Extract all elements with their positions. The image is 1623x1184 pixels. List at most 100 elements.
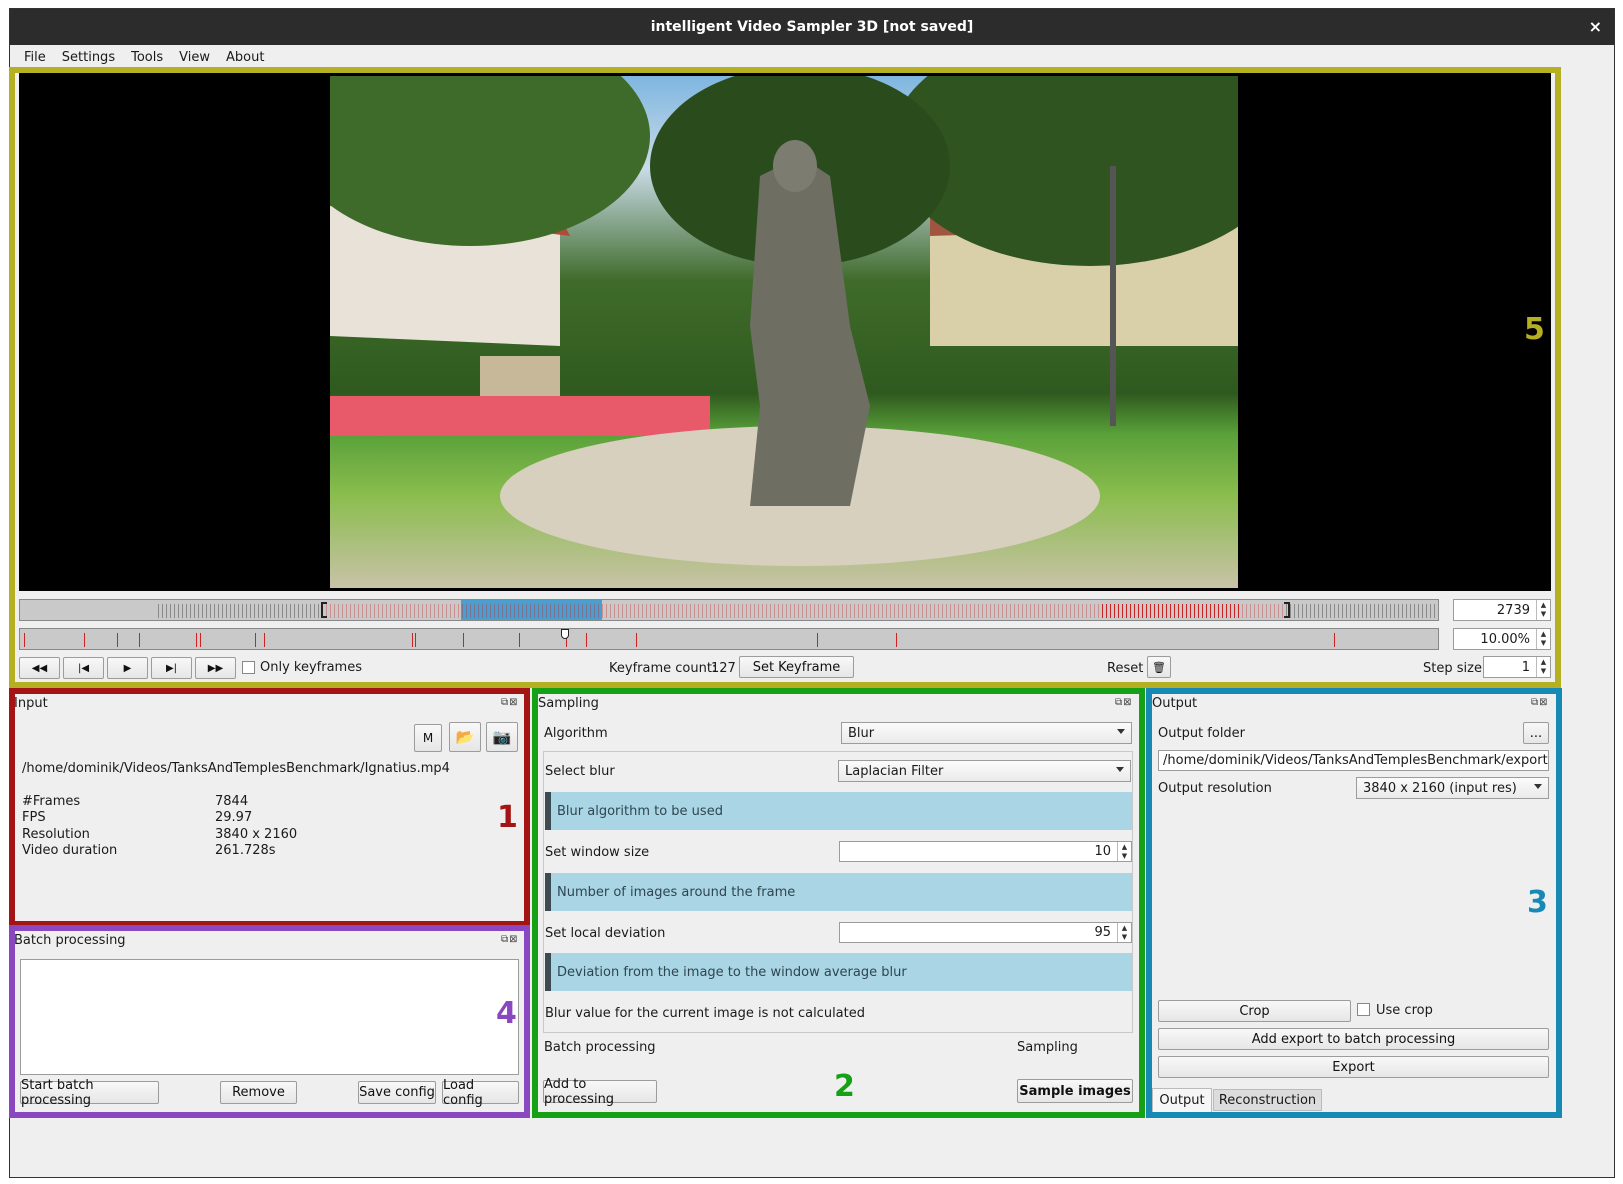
crop-button[interactable]: Crop bbox=[1158, 1000, 1351, 1022]
timeline-tick bbox=[822, 604, 823, 618]
reset-label: Reset bbox=[1107, 661, 1144, 676]
timeline-tick bbox=[1330, 604, 1331, 618]
skip-back-button[interactable]: |◀ bbox=[63, 657, 104, 679]
local-deviation-spinbox[interactable]: 95 ▲ ▼ bbox=[839, 922, 1132, 943]
step-spin-arrows[interactable]: ▲ ▼ bbox=[1536, 657, 1550, 677]
timeline-tick bbox=[1202, 604, 1203, 618]
timeline-bar[interactable] bbox=[19, 599, 1439, 621]
prop-duration-key: Video duration bbox=[22, 843, 118, 858]
timeline-tick bbox=[1282, 604, 1283, 618]
play-button[interactable]: ▶ bbox=[107, 657, 148, 679]
timeline-tick bbox=[686, 604, 687, 618]
timeline-tick bbox=[566, 604, 567, 618]
timeline-tick bbox=[202, 604, 203, 618]
fast-forward-button[interactable]: ▶▶ bbox=[195, 657, 236, 679]
timeline-tick bbox=[1406, 604, 1407, 618]
timeline-tick bbox=[310, 604, 311, 618]
timeline-tick bbox=[1238, 604, 1239, 618]
timeline-tick bbox=[286, 604, 287, 618]
tab-reconstruction[interactable]: Reconstruction bbox=[1213, 1089, 1322, 1111]
output-dock-icons[interactable]: ⧉⊠ bbox=[1531, 697, 1549, 708]
only-keyframes-label: Only keyframes bbox=[260, 660, 362, 675]
step-size-spinbox[interactable]: 1 ▲ ▼ bbox=[1483, 656, 1551, 678]
menu-tools[interactable]: Tools bbox=[123, 50, 171, 65]
zoom-spinbox[interactable]: 10.00% ▲ ▼ bbox=[1453, 628, 1551, 650]
load-config-button[interactable]: Load config bbox=[442, 1078, 519, 1108]
select-blur-select[interactable]: Laplacian Filter bbox=[838, 760, 1131, 782]
batch-list[interactable] bbox=[20, 959, 519, 1075]
open-folder-button[interactable]: 📂 bbox=[449, 722, 481, 752]
output-folder-input[interactable]: /home/dominik/Videos/TanksAndTemplesBenc… bbox=[1158, 750, 1549, 771]
skip-forward-button[interactable]: ▶| bbox=[151, 657, 192, 679]
zoom-spin-arrows[interactable]: ▲ ▼ bbox=[1536, 629, 1550, 649]
menu-settings[interactable]: Settings bbox=[54, 50, 123, 65]
timeline-tick bbox=[1234, 604, 1235, 618]
timeline-tick bbox=[382, 604, 383, 618]
timeline-tick bbox=[1222, 604, 1223, 618]
frame-spin-arrows[interactable]: ▲ ▼ bbox=[1536, 600, 1550, 620]
timeline-tick bbox=[282, 604, 283, 618]
sampling-dock-icons[interactable]: ⧉⊠ bbox=[1115, 697, 1133, 708]
timeline-tick bbox=[1334, 604, 1335, 618]
batch-dock-icons[interactable]: ⧉⊠ bbox=[501, 934, 519, 945]
remove-button[interactable]: Remove bbox=[220, 1081, 297, 1104]
menu-file[interactable]: File bbox=[16, 50, 54, 65]
timeline-tick bbox=[1118, 604, 1119, 618]
sample-images-button[interactable]: Sample images bbox=[1017, 1079, 1133, 1103]
timeline-tick bbox=[1054, 604, 1055, 618]
range-start-handle[interactable] bbox=[321, 602, 327, 618]
save-config-button[interactable]: Save config bbox=[358, 1081, 436, 1104]
start-batch-button[interactable]: Start batch processing bbox=[20, 1078, 159, 1108]
keyframe-tick bbox=[255, 633, 256, 647]
timeline-tick bbox=[1322, 604, 1323, 618]
timeline-tick bbox=[186, 604, 187, 618]
browse-folder-button[interactable]: ... bbox=[1523, 722, 1549, 744]
timeline-tick bbox=[242, 604, 243, 618]
export-button[interactable]: Export bbox=[1158, 1056, 1549, 1078]
timeline-tick bbox=[386, 604, 387, 618]
timeline-tick bbox=[762, 604, 763, 618]
skip-forward-icon: ▶| bbox=[165, 662, 178, 674]
add-to-processing-button[interactable]: Add to processing bbox=[543, 1077, 657, 1107]
range-end-handle[interactable] bbox=[1284, 602, 1290, 618]
playhead-marker[interactable] bbox=[561, 629, 569, 639]
timeline-tick bbox=[1326, 604, 1327, 618]
use-crop-checkbox[interactable] bbox=[1357, 1003, 1370, 1016]
timeline-tick bbox=[750, 604, 751, 618]
deviation-spin-arrows[interactable]: ▲ ▼ bbox=[1117, 923, 1131, 942]
timeline-tick bbox=[942, 604, 943, 618]
close-icon[interactable]: × bbox=[1589, 17, 1602, 36]
menu-about[interactable]: About bbox=[218, 50, 272, 65]
algorithm-select[interactable]: Blur bbox=[841, 722, 1132, 744]
tab-output[interactable]: Output bbox=[1152, 1088, 1212, 1112]
timeline-tick bbox=[354, 604, 355, 618]
timeline-tick bbox=[262, 604, 263, 618]
output-resolution-select[interactable]: 3840 x 2160 (input res) bbox=[1356, 777, 1549, 799]
timeline-tick bbox=[1114, 604, 1115, 618]
window-spin-arrows[interactable]: ▲ ▼ bbox=[1117, 842, 1131, 861]
frame-spinbox[interactable]: 2739 ▲ ▼ bbox=[1453, 599, 1551, 621]
timeline-tick bbox=[1306, 604, 1307, 618]
reset-button[interactable]: 🗑 bbox=[1147, 656, 1171, 678]
timeline-tick bbox=[1386, 604, 1387, 618]
timeline-tick bbox=[954, 604, 955, 618]
timeline-tick bbox=[1154, 604, 1155, 618]
timeline-tick bbox=[1422, 604, 1423, 618]
set-keyframe-button[interactable]: Set Keyframe bbox=[739, 656, 854, 678]
rewind-button[interactable]: ◀◀ bbox=[19, 657, 60, 679]
keyframe-bar[interactable] bbox=[19, 628, 1439, 650]
window-size-spinbox[interactable]: 10 ▲ ▼ bbox=[839, 841, 1132, 862]
timeline-tick bbox=[1098, 604, 1099, 618]
m-button[interactable]: M bbox=[414, 724, 442, 752]
timeline-tick bbox=[182, 604, 183, 618]
only-keyframes-checkbox[interactable] bbox=[242, 661, 255, 674]
timeline-tick bbox=[1074, 604, 1075, 618]
input-dock-icons[interactable]: ⧉⊠ bbox=[501, 697, 519, 708]
keyframe-tick bbox=[264, 633, 265, 647]
timeline-tick bbox=[1018, 604, 1019, 618]
timeline-tick bbox=[530, 604, 531, 618]
add-export-button[interactable]: Add export to batch processing bbox=[1158, 1028, 1549, 1050]
menu-view[interactable]: View bbox=[171, 50, 218, 65]
timeline-tick bbox=[398, 604, 399, 618]
camera-button[interactable]: 📷 bbox=[486, 722, 518, 752]
